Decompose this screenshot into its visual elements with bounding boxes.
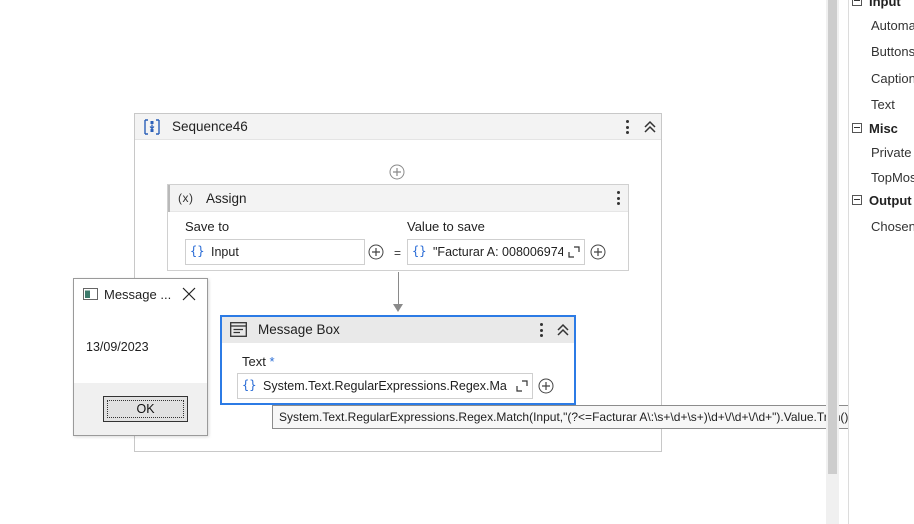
sequence-collapse-icon[interactable]: [643, 119, 657, 135]
dialog-footer: OK: [74, 383, 207, 435]
assign-more-options-icon[interactable]: [611, 189, 625, 207]
collapse-toggle-icon[interactable]: [852, 0, 862, 6]
app-window-icon: [83, 288, 98, 300]
sequence-more-options-icon[interactable]: [620, 118, 634, 136]
property-item[interactable]: TopMos: [871, 170, 914, 185]
property-item[interactable]: Automa: [871, 18, 914, 33]
expand-editor-icon[interactable]: [516, 380, 528, 392]
message-box-activity[interactable]: Message Box Text * {} System.Text.Regula…: [220, 315, 576, 405]
expand-editor-icon[interactable]: [568, 246, 580, 258]
value-to-save-value: "Facturar A: 008006974: [433, 245, 563, 259]
message-text-value: System.Text.RegularExpressions.Regex.Mat…: [263, 379, 507, 393]
message-box-header[interactable]: Message Box: [222, 317, 574, 343]
save-to-field[interactable]: {} Input: [185, 239, 365, 265]
category-label: Output: [869, 193, 912, 208]
property-item[interactable]: Private: [871, 145, 911, 160]
collapse-toggle-icon[interactable]: [852, 123, 862, 133]
message-box-title: Message Box: [258, 322, 340, 337]
variable-icon: (x): [178, 191, 194, 205]
message-box-icon: [230, 322, 247, 337]
flow-connector: [398, 272, 399, 305]
assign-accent-bar: [168, 185, 170, 212]
message-text-add-icon[interactable]: [538, 378, 554, 394]
expression-brace-icon: {}: [242, 378, 257, 392]
category-label: Input: [869, 0, 901, 9]
sequence-header[interactable]: Sequence46: [135, 114, 661, 140]
save-to-label: Save to: [185, 219, 230, 234]
properties-panel: Input Automa Buttons Caption Text Misc P…: [849, 0, 914, 524]
dialog-title: Message ...: [104, 287, 172, 302]
category-output[interactable]: Output: [849, 190, 914, 212]
message-box-collapse-icon[interactable]: [556, 322, 570, 338]
save-to-value: Input: [211, 245, 239, 259]
close-icon[interactable]: [182, 287, 196, 301]
property-item[interactable]: Chosen: [871, 219, 914, 234]
message-box-more-options-icon[interactable]: [534, 321, 548, 339]
add-activity-icon[interactable]: [389, 164, 405, 180]
expression-brace-icon: {}: [190, 244, 205, 258]
collapse-toggle-icon[interactable]: [852, 195, 862, 205]
assign-header[interactable]: (x) Assign: [168, 185, 628, 212]
message-dialog-window[interactable]: Message ... 13/09/2023 OK: [73, 278, 208, 436]
text-label: Text *: [242, 354, 275, 369]
property-item[interactable]: Caption: [871, 71, 914, 86]
assign-title: Assign: [206, 191, 247, 206]
category-misc[interactable]: Misc: [849, 118, 914, 140]
value-to-save-add-icon[interactable]: [590, 244, 606, 260]
property-item[interactable]: Text: [871, 97, 895, 112]
message-text-field[interactable]: {} System.Text.RegularExpressions.Regex.…: [237, 373, 533, 399]
dialog-message: 13/09/2023: [86, 340, 149, 354]
save-to-add-icon[interactable]: [368, 244, 384, 260]
category-input[interactable]: Input: [849, 0, 914, 13]
sequence-title: Sequence46: [172, 119, 248, 134]
expression-brace-icon: {}: [412, 244, 427, 258]
equals-sign: =: [394, 246, 402, 260]
sequence-activity[interactable]: Sequence46 (x) Assign Save to Value to s…: [134, 113, 662, 452]
value-to-save-field[interactable]: {} "Facturar A: 008006974: [407, 239, 585, 265]
expression-tooltip: System.Text.RegularExpressions.Regex.Mat…: [272, 405, 896, 429]
canvas-scrollbar-thumb[interactable]: [828, 0, 837, 474]
category-label: Misc: [869, 121, 898, 136]
sequence-icon: [144, 119, 160, 135]
value-to-save-label: Value to save: [407, 219, 485, 234]
ok-button[interactable]: OK: [103, 396, 188, 422]
flow-arrow-icon: [393, 304, 403, 312]
assign-activity[interactable]: (x) Assign Save to Value to save {} Inpu…: [167, 184, 629, 271]
required-mark: *: [269, 354, 275, 369]
property-item[interactable]: Buttons: [871, 44, 914, 59]
